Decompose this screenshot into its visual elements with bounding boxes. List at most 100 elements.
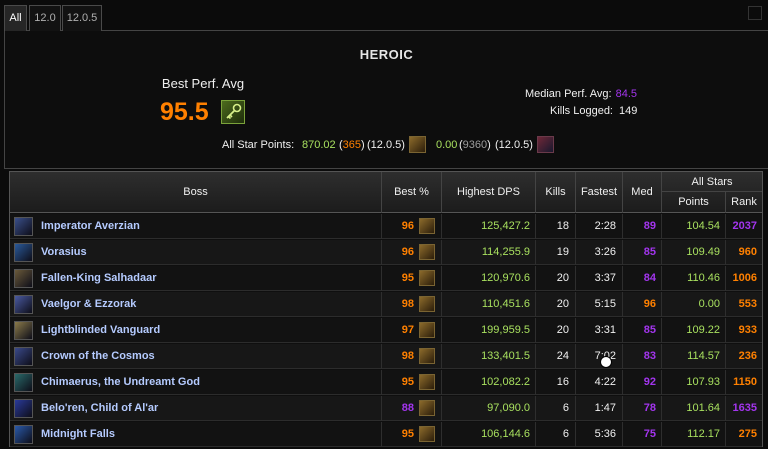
- all-star-points: 101.64: [662, 396, 726, 421]
- spec-icon: [419, 270, 435, 286]
- table-row[interactable]: Imperator Averzian 96 125,427.2 18 2:28 89 104…: [10, 214, 762, 239]
- header-kills[interactable]: Kills: [536, 172, 576, 213]
- all-star-points: 112.17: [662, 422, 726, 447]
- summary-panel: HEROIC Best Perf. Avg 95.5 Median Perf. …: [4, 31, 768, 169]
- spec-icon: [419, 374, 435, 390]
- all-star-rank: 1635: [732, 402, 757, 414]
- median: 75: [623, 422, 662, 447]
- all-star-1-rank: 365: [342, 139, 362, 151]
- highest-dps: 114,255.9: [442, 240, 536, 265]
- all-star-rank: 1006: [732, 272, 757, 284]
- boss-cell[interactable]: Lightblinded Vanguard: [10, 318, 382, 343]
- header-dps[interactable]: Highest DPS: [442, 172, 536, 213]
- boss-name[interactable]: Lightblinded Vanguard: [41, 318, 160, 343]
- table-row[interactable]: Lightblinded Vanguard 97 199,959.5 20 3:31 85…: [10, 318, 762, 343]
- header-med[interactable]: Med: [623, 172, 662, 213]
- fastest: 5:15: [576, 292, 623, 317]
- boss-name[interactable]: Crown of the Cosmos: [41, 344, 155, 369]
- boss-name[interactable]: Midnight Falls: [41, 422, 115, 447]
- median: 78: [623, 396, 662, 421]
- boss-name[interactable]: Chimaerus, the Undreamt God: [41, 370, 200, 395]
- table-row[interactable]: Belo'ren, Child of Al'ar 88 97,090.0 6 1:47 7…: [10, 396, 762, 421]
- boss-table: Boss Best % Highest DPS Kills Fastest Me…: [9, 171, 763, 447]
- table-row[interactable]: Chimaerus, the Undreamt God 95 102,082.2 16…: [10, 370, 762, 395]
- tab-12-0-5[interactable]: 12.0.5: [62, 5, 102, 31]
- all-star-rank: 2037: [732, 220, 757, 232]
- best-percent: 95: [401, 376, 414, 388]
- boss-icon: [14, 373, 33, 392]
- median: 85: [623, 318, 662, 343]
- boss-name[interactable]: Vaelgor & Ezzorak: [41, 292, 136, 317]
- kills: 20: [536, 292, 576, 317]
- boss-cell[interactable]: Chimaerus, the Undreamt God: [10, 370, 382, 395]
- best-cell: 98: [382, 292, 442, 317]
- boss-name[interactable]: Imperator Averzian: [41, 214, 140, 239]
- kills: 20: [536, 318, 576, 343]
- boss-cell[interactable]: Vaelgor & Ezzorak: [10, 292, 382, 317]
- table-row[interactable]: Crown of the Cosmos 98 133,401.5247:028311…: [10, 344, 762, 369]
- kills-logged-value: 149: [619, 105, 638, 117]
- highest-dps: 110,451.6: [442, 292, 536, 317]
- spec-icon: [419, 218, 435, 234]
- all-star-2-rank: 9360: [462, 139, 488, 151]
- best-cell: 96: [382, 214, 442, 239]
- all-star-rank: 960: [738, 246, 757, 258]
- all-star-points: 107.93: [662, 370, 726, 395]
- spec-icon: [419, 322, 435, 338]
- fastest: 4:22: [576, 370, 623, 395]
- table-header: Boss Best % Highest DPS Kills Fastest Me…: [10, 172, 762, 213]
- boss-icon: [14, 243, 33, 262]
- boss-cell[interactable]: Midnight Falls: [10, 422, 382, 447]
- boss-name[interactable]: Vorasius: [41, 240, 87, 265]
- boss-icon: [14, 321, 33, 340]
- highest-dps: 97,090.0: [442, 396, 536, 421]
- tab-12-0[interactable]: 12.0: [29, 5, 61, 31]
- best-percent: 95: [401, 272, 414, 284]
- header-fastest[interactable]: Fastest: [576, 172, 623, 213]
- spec-icon: [419, 426, 435, 442]
- boss-cell[interactable]: Imperator Averzian: [10, 214, 382, 239]
- spec-icon: [419, 296, 435, 312]
- best-percent: 98: [401, 298, 414, 310]
- kills: 24: [536, 344, 576, 369]
- all-star-2-rank-wrap: (9360): [459, 139, 491, 151]
- kills: 20: [536, 266, 576, 291]
- spec-icon: [409, 136, 426, 153]
- fastest: 1:47: [576, 396, 623, 421]
- boss-cell[interactable]: Fallen-King Salhadaar: [10, 266, 382, 291]
- best-percent: 96: [401, 220, 414, 232]
- boss-name[interactable]: Belo'ren, Child of Al'ar: [41, 396, 158, 421]
- best-percent: 88: [401, 402, 414, 414]
- table-row[interactable]: Fallen-King Salhadaar 95 120,970.6 20 3:37 84…: [10, 266, 762, 291]
- best-cell: 97: [382, 318, 442, 343]
- header-rank[interactable]: Rank: [726, 192, 762, 213]
- fastest: 7:02: [576, 344, 623, 369]
- all-star-rank: 236: [738, 350, 757, 362]
- boss-cell[interactable]: Vorasius: [10, 240, 382, 265]
- best-cell: 95: [382, 266, 442, 291]
- tab-all[interactable]: All: [4, 5, 27, 31]
- highest-dps: 106,144.6: [442, 422, 536, 447]
- header-best[interactable]: Best %: [382, 172, 442, 213]
- best-percent: 97: [401, 324, 414, 336]
- table-row[interactable]: Vorasius 96 114,255.9 19 3:26 85 109.49 960: [10, 240, 762, 265]
- all-star-label: All Star Points:: [222, 139, 295, 151]
- median: 96: [623, 292, 662, 317]
- boss-cell[interactable]: Crown of the Cosmos: [10, 344, 382, 369]
- best-percent: 95: [401, 428, 414, 440]
- all-star-points: 0.00: [662, 292, 726, 317]
- kills: 6: [536, 396, 576, 421]
- all-star-points: 114.57: [662, 344, 726, 369]
- boss-cell[interactable]: Belo'ren, Child of Al'ar: [10, 396, 382, 421]
- all-star-2-points: 0.00: [436, 139, 458, 151]
- table-row[interactable]: Vaelgor & Ezzorak 98 110,451.6 20 5:15 96 0.00…: [10, 292, 762, 317]
- table-row[interactable]: Midnight Falls 95 106,144.6 6 5:36 75 112.17 27…: [10, 422, 762, 447]
- header-boss[interactable]: Boss: [10, 172, 382, 213]
- header-points[interactable]: Points: [662, 192, 726, 213]
- boss-name[interactable]: Fallen-King Salhadaar: [41, 266, 157, 291]
- boss-icon: [14, 295, 33, 314]
- boss-icon: [14, 217, 33, 236]
- all-star-rank: 1150: [733, 376, 757, 388]
- best-percent: 98: [401, 350, 414, 362]
- fastest: 5:36: [576, 422, 623, 447]
